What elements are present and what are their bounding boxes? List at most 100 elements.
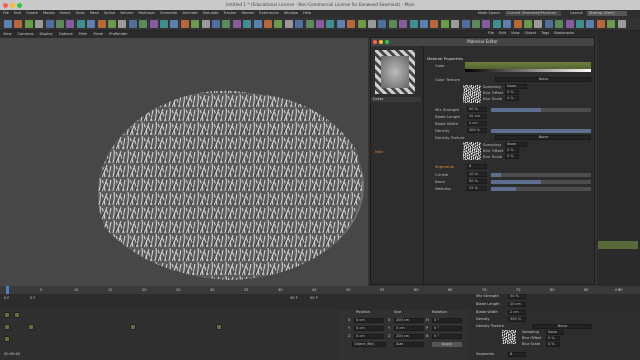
- material-swatch[interactable]: [28, 324, 34, 330]
- toolbar-tool-icon[interactable]: [534, 20, 543, 28]
- toolbar-tool-icon[interactable]: [170, 20, 179, 28]
- toolbar-tool-icon[interactable]: [409, 20, 418, 28]
- density-slider[interactable]: [491, 128, 591, 133]
- attr-density-field[interactable]: 300 %: [508, 317, 526, 322]
- menu-item-simulate[interactable]: Simulate: [203, 11, 219, 15]
- blur-scale-field[interactable]: 0 %: [505, 96, 519, 101]
- toolbar-tool-icon[interactable]: [586, 20, 595, 28]
- material-swatch[interactable]: [14, 312, 20, 318]
- attr-mix-strength-field[interactable]: 50 %: [508, 294, 526, 299]
- menu-item-tracker[interactable]: Tracker: [224, 11, 237, 15]
- toolbar-tool-icon[interactable]: [596, 20, 605, 28]
- blur-scale2-field[interactable]: 0 %: [505, 154, 519, 159]
- node-space-dropdown[interactable]: Current (Standard/Physical): [505, 11, 561, 16]
- bend-field[interactable]: 50 %: [467, 179, 487, 184]
- toolbar-tool-icon[interactable]: [76, 20, 85, 28]
- menu-item-select[interactable]: Select: [60, 11, 71, 15]
- toolbar-tool-icon[interactable]: [222, 20, 231, 28]
- toolbar-tool-icon[interactable]: [347, 20, 356, 28]
- menu-item-extensions[interactable]: Extensions: [259, 11, 279, 15]
- toolbar-tool-icon[interactable]: [97, 20, 106, 28]
- rotation-b-field[interactable]: 0 °: [432, 334, 462, 339]
- menu-item-character[interactable]: Character: [160, 11, 178, 15]
- menu-item-volume[interactable]: Volume: [120, 11, 133, 15]
- toolbar-tool-icon[interactable]: [180, 20, 189, 28]
- attr-blur-scale-field[interactable]: 0 %: [546, 342, 560, 347]
- crinkle-slider[interactable]: [491, 172, 591, 177]
- sampling-dropdown[interactable]: None: [505, 84, 527, 89]
- objects-menu-bookmarks[interactable]: Bookmarks: [554, 31, 574, 35]
- menu-item-spline[interactable]: Spline: [104, 11, 115, 15]
- material-swatch[interactable]: [216, 324, 222, 330]
- toolbar-tool-icon[interactable]: [555, 20, 564, 28]
- toolbar-tool-icon[interactable]: [66, 20, 75, 28]
- toolbar-tool-icon[interactable]: [24, 20, 33, 28]
- toolbar-tool-icon[interactable]: [316, 20, 324, 28]
- sidebar-item-main[interactable]: Main: [375, 138, 384, 157]
- playhead[interactable]: [6, 286, 9, 294]
- material-swatch[interactable]: [4, 312, 10, 318]
- viewport-menu-cameras[interactable]: Cameras: [18, 32, 34, 36]
- material-swatch[interactable]: [130, 324, 136, 330]
- size-mode-dropdown[interactable]: Size: [394, 342, 424, 347]
- menu-item-edit[interactable]: Edit: [14, 11, 21, 15]
- layout-dropdown[interactable]: Startup (User): [587, 11, 627, 16]
- toolbar-tool-icon[interactable]: [284, 20, 293, 28]
- crinkle-field[interactable]: 10 %: [467, 172, 487, 177]
- toolbar-tool-icon[interactable]: [253, 20, 262, 28]
- timeline-ruler[interactable]: 051015202530354045505560657075808590: [0, 286, 640, 294]
- menu-item-render[interactable]: Render: [241, 11, 254, 15]
- wetness-field[interactable]: 25 %: [467, 186, 487, 191]
- toolbar-tool-icon[interactable]: [326, 20, 335, 28]
- size-z-field[interactable]: 200 cm: [394, 334, 424, 339]
- toolbar-tool-icon[interactable]: [191, 20, 200, 28]
- objects-menu-file[interactable]: File: [488, 31, 494, 35]
- menu-item-modes[interactable]: Modes: [43, 11, 55, 15]
- toolbar-tool-icon[interactable]: [201, 20, 210, 28]
- position-z-field[interactable]: 0 cm: [354, 334, 384, 339]
- toolbar-tool-icon[interactable]: [492, 20, 501, 28]
- density-texture-field[interactable]: Noise: [495, 135, 591, 140]
- toolbar-tool-icon[interactable]: [243, 20, 252, 28]
- toolbar-tool-icon[interactable]: [388, 20, 397, 28]
- toolbar-tool-icon[interactable]: [607, 20, 616, 28]
- viewport-menu-prorender[interactable]: ProRender: [109, 32, 128, 36]
- color-texture-field[interactable]: Noise: [495, 77, 591, 82]
- color-field[interactable]: [465, 62, 591, 69]
- toolbar-tool-icon[interactable]: [451, 20, 460, 28]
- toolbar-tool-icon[interactable]: [503, 20, 512, 28]
- objects-menu-object[interactable]: Object: [525, 31, 537, 35]
- toolbar-tool-icon[interactable]: [305, 20, 314, 28]
- menu-item-mograph[interactable]: MoGraph: [138, 11, 154, 15]
- end-frame-field[interactable]: 90 F: [290, 296, 298, 301]
- viewport-menu-options[interactable]: Options: [59, 32, 73, 36]
- attr-blur-offset-field[interactable]: 0 %: [546, 336, 560, 341]
- objects-menu-tags[interactable]: Tags: [541, 31, 549, 35]
- color-gradient-bar[interactable]: [465, 69, 591, 72]
- viewport-menu-panel[interactable]: Panel: [94, 32, 104, 36]
- attr-sampling-dropdown[interactable]: None: [546, 330, 564, 335]
- toolbar-tool-icon[interactable]: [617, 20, 626, 28]
- toolbar-tool-icon[interactable]: [149, 20, 158, 28]
- menu-item-tools[interactable]: Tools: [76, 11, 85, 15]
- size-x-field[interactable]: 200 cm: [394, 318, 424, 323]
- toolbar-tool-icon[interactable]: [440, 20, 449, 28]
- end-frame-field-2[interactable]: 90 F: [310, 296, 318, 301]
- toolbar-tool-icon[interactable]: [461, 20, 470, 28]
- toolbar-tool-icon[interactable]: [212, 20, 220, 28]
- toolbar-tool-icon[interactable]: [108, 20, 116, 28]
- toolbar-tool-icon[interactable]: [56, 20, 64, 28]
- menu-item-file[interactable]: File: [3, 11, 9, 15]
- toolbar-tool-icon[interactable]: [399, 20, 408, 28]
- toolbar-tool-icon[interactable]: [576, 20, 584, 28]
- menu-item-create[interactable]: Create: [26, 11, 38, 15]
- current-frame-field[interactable]: 0 F: [30, 296, 36, 301]
- toolbar-tool-icon[interactable]: [513, 20, 522, 28]
- density-field[interactable]: 300 %: [467, 128, 487, 133]
- toolbar-tool-icon[interactable]: [472, 20, 480, 28]
- toolbar-tool-icon[interactable]: [118, 20, 127, 28]
- start-frame-field[interactable]: 0 F: [4, 296, 10, 301]
- attr-density-texture-field[interactable]: Noise: [532, 324, 592, 329]
- toolbar-tool-icon[interactable]: [565, 20, 574, 28]
- menu-item-help[interactable]: Help: [303, 11, 311, 15]
